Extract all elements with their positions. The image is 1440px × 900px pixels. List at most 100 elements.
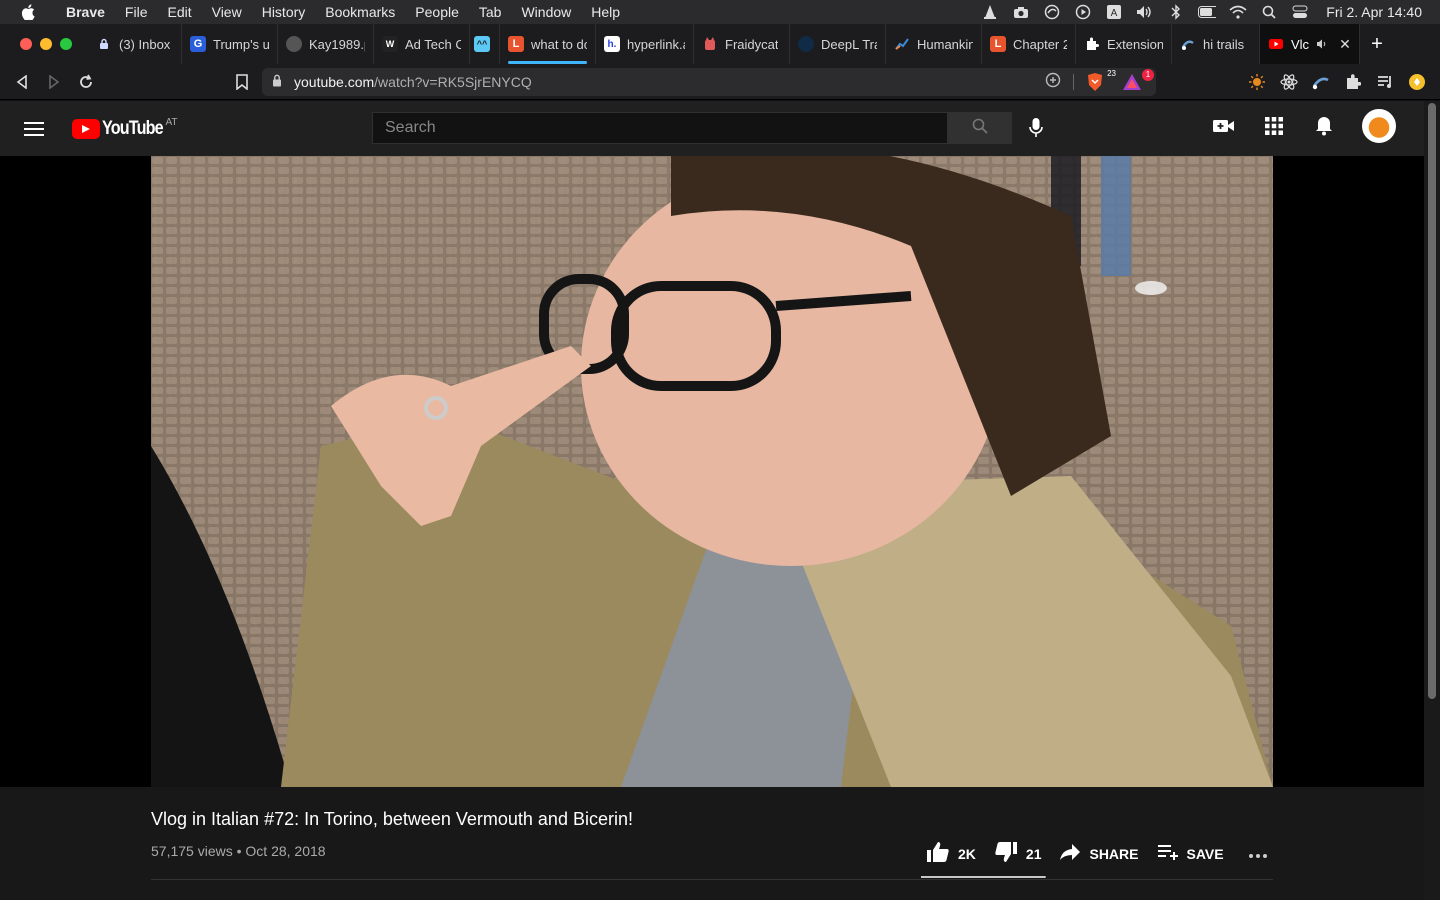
camera-icon[interactable] (1012, 4, 1030, 20)
tab-chapter2[interactable]: L Chapter 2 (982, 24, 1076, 64)
tab-what-to-do[interactable]: L what to do (500, 24, 596, 64)
save-button[interactable]: SAVE (1157, 844, 1224, 863)
shields-count: 23 (1107, 68, 1116, 78)
profile-token-icon[interactable] (1408, 73, 1426, 91)
notifications-bell-icon[interactable] (1312, 114, 1336, 138)
youtube-favicon-icon (1268, 36, 1284, 52)
tab-fraidycat[interactable]: Fraidycat (694, 24, 790, 64)
menu-file[interactable]: File (115, 4, 158, 20)
tab-kay1989[interactable]: Kay1989.p (278, 24, 374, 64)
dislike-count: 21 (1025, 845, 1042, 862)
add-to-page-icon[interactable] (1045, 72, 1061, 91)
like-count: 2K (958, 845, 976, 862)
account-avatar[interactable] (1362, 109, 1396, 143)
vlc-icon[interactable] (981, 4, 999, 20)
tab-humankind[interactable]: Humankin (886, 24, 982, 64)
new-tab-button[interactable]: + (1360, 24, 1394, 64)
brave-rewards-icon[interactable]: 1 (1122, 68, 1154, 92)
video-stats: 57,175 views • Oct 28, 2018 (151, 843, 326, 859)
spotlight-icon[interactable] (1260, 4, 1278, 20)
thumbs-up-icon (926, 841, 950, 866)
tab-inbox[interactable]: (3) Inbox | (88, 24, 182, 64)
scrollbar-thumb[interactable] (1428, 103, 1436, 699)
play-circle-icon[interactable] (1074, 4, 1092, 20)
window-controls (0, 38, 88, 50)
tab-label: Humankin (917, 36, 973, 52)
menu-view[interactable]: View (202, 4, 252, 20)
brave-shields-icon[interactable]: 23 (1086, 69, 1116, 92)
keyboard-a-icon[interactable]: A (1105, 4, 1123, 20)
menu-edit[interactable]: Edit (157, 4, 201, 20)
bluetooth-icon[interactable] (1167, 4, 1185, 20)
tab-vlog-active[interactable]: Vlc ✕ (1260, 24, 1360, 64)
search-icon (972, 118, 988, 139)
menu-app-brave[interactable]: Brave (56, 4, 115, 20)
video-player[interactable] (0, 156, 1424, 787)
create-video-icon[interactable] (1212, 114, 1236, 138)
bookmark-button[interactable] (226, 66, 258, 98)
share-arrow-icon (1059, 843, 1081, 864)
browser-toolbar: youtube.com/watch?v=RK5SjrENYCQ 23 1 (0, 64, 1440, 100)
reload-button[interactable] (70, 66, 102, 98)
tab-pinned-face[interactable]: ^^ (470, 24, 500, 64)
like-button[interactable]: 2K (926, 841, 976, 866)
forward-button[interactable] (38, 66, 70, 98)
video-info: Vlog in Italian #72: In Torino, between … (0, 787, 1424, 900)
puzzle-favicon-icon (1084, 36, 1100, 52)
back-button[interactable] (6, 66, 38, 98)
playlist-icon[interactable] (1376, 73, 1394, 91)
address-bar[interactable]: youtube.com/watch?v=RK5SjrENYCQ 23 1 (262, 67, 1156, 96)
tab-deepl[interactable]: DeepL Tra (790, 24, 886, 64)
sync-icon[interactable] (1043, 4, 1061, 20)
zoom-window-button[interactable] (60, 38, 72, 50)
tab-label: (3) Inbox | (119, 36, 173, 52)
apple-menu-icon[interactable] (0, 4, 56, 20)
video-frame[interactable] (151, 156, 1273, 787)
share-button[interactable]: SHARE (1059, 843, 1139, 864)
youtube-logo[interactable]: YouTube AT (72, 117, 178, 140)
menu-history[interactable]: History (252, 4, 316, 20)
menubar-clock[interactable]: Fri 2. Apr 14:40 (1326, 4, 1422, 20)
guide-menu-icon[interactable] (24, 117, 48, 141)
more-actions-button[interactable] (1248, 846, 1268, 862)
sun-extension-icon[interactable] (1248, 73, 1266, 91)
search-input[interactable]: Search (372, 112, 948, 144)
youtube-play-logo-icon (72, 118, 100, 139)
wifi-icon[interactable] (1229, 4, 1247, 20)
tab-adtech[interactable]: W Ad Tech C (374, 24, 470, 64)
minimize-window-button[interactable] (40, 38, 52, 50)
menu-help[interactable]: Help (581, 4, 630, 20)
search-button[interactable] (948, 112, 1012, 144)
upload-date: Oct 28, 2018 (245, 843, 326, 859)
tab-hyperlink[interactable]: h. hyperlink.a (596, 24, 694, 64)
menu-tab[interactable]: Tab (469, 4, 512, 20)
menu-people[interactable]: People (405, 4, 469, 20)
tab-mute-icon[interactable] (1316, 37, 1328, 52)
menu-window[interactable]: Window (511, 4, 581, 20)
voice-search-mic-icon[interactable] (1024, 116, 1048, 140)
extensions-puzzle-icon[interactable] (1344, 73, 1362, 91)
tab-hi-trails[interactable]: hi trails (1172, 24, 1260, 64)
w-favicon-icon: W (382, 36, 398, 52)
more-dots-icon (1248, 846, 1268, 862)
apps-grid-icon[interactable] (1262, 114, 1286, 138)
react-devtools-icon[interactable] (1280, 73, 1298, 91)
lock-favicon-icon (96, 36, 112, 52)
video-title: Vlog in Italian #72: In Torino, between … (151, 809, 633, 829)
tab-trumps[interactable]: G Trump's us (182, 24, 278, 64)
share-label: SHARE (1089, 845, 1139, 862)
l-favicon-icon: L (990, 36, 1006, 52)
dislike-button[interactable]: 21 (994, 841, 1042, 866)
page-scrollbar[interactable] (1424, 101, 1440, 900)
extension-icons (1248, 73, 1440, 91)
volume-icon[interactable] (1136, 4, 1154, 20)
control-center-icon[interactable] (1291, 4, 1309, 20)
close-tab-icon[interactable]: ✕ (1339, 36, 1351, 53)
battery-icon[interactable] (1198, 4, 1217, 20)
tab-label: hyperlink.a (627, 36, 685, 52)
tab-extensions[interactable]: Extension (1076, 24, 1172, 64)
trails-extension-icon[interactable] (1312, 73, 1330, 91)
close-window-button[interactable] (20, 38, 32, 50)
menu-bookmarks[interactable]: Bookmarks (315, 4, 405, 20)
cat-favicon-icon (702, 36, 718, 52)
